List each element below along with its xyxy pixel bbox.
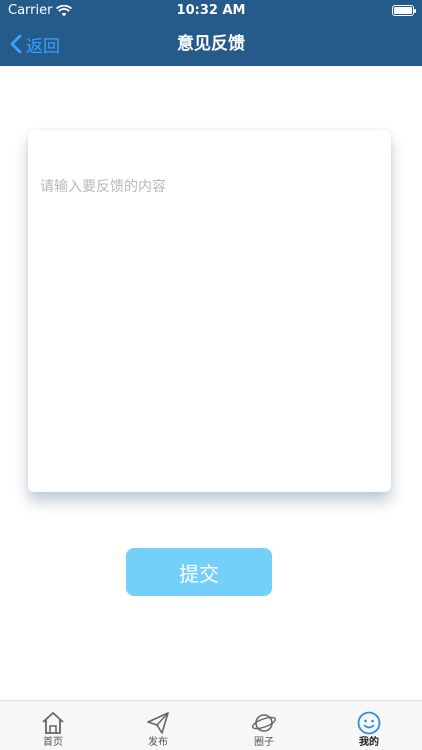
top-header: Carrier 10:32 AM 返回 意见反馈 xyxy=(0,0,422,66)
page-title: 意见反馈 xyxy=(177,34,245,54)
smiley-icon xyxy=(357,711,381,735)
tab-circle[interactable]: 圈子 xyxy=(211,701,317,750)
tab-bar: 首页 发布 圈子 我的 xyxy=(0,700,422,750)
tab-home[interactable]: 首页 xyxy=(0,701,106,750)
status-bar: Carrier 10:32 AM xyxy=(0,0,422,22)
nav-bar: 返回 意见反馈 xyxy=(0,22,422,66)
submit-button[interactable]: 提交 xyxy=(126,548,272,596)
tab-label-publish: 发布 xyxy=(148,737,168,748)
send-icon xyxy=(147,712,169,734)
tab-label-home: 首页 xyxy=(43,737,63,748)
tab-label-mine: 我的 xyxy=(359,737,379,748)
tab-publish[interactable]: 发布 xyxy=(105,701,211,750)
tab-mine[interactable]: 我的 xyxy=(316,701,422,750)
planet-icon xyxy=(251,714,277,732)
tab-label-circle: 圈子 xyxy=(254,737,274,748)
feedback-input[interactable] xyxy=(28,130,391,492)
battery-icon xyxy=(392,5,416,16)
feedback-card xyxy=(28,130,391,492)
home-icon xyxy=(42,712,64,734)
status-time: 10:32 AM xyxy=(176,3,246,18)
